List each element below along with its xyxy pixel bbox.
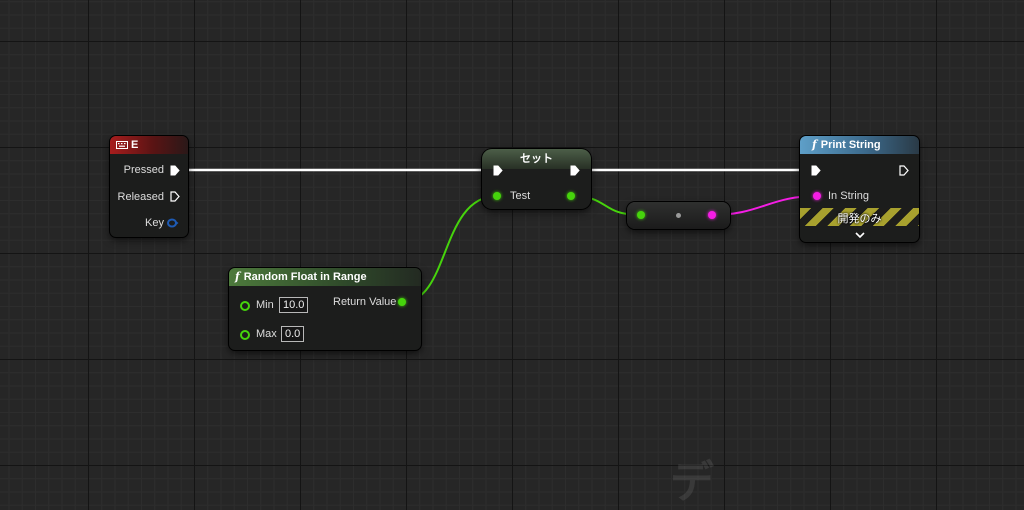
released-exec-pin[interactable]	[170, 191, 180, 202]
float-to-string-convert-node[interactable]	[627, 202, 730, 229]
key-event-header[interactable]: E	[110, 136, 188, 154]
set-exec-out-pin[interactable]	[570, 165, 580, 176]
watermark-text: デ	[670, 458, 714, 507]
key-pin-label: Key	[145, 217, 164, 229]
convert-input-pin[interactable]	[637, 211, 645, 219]
return-value-pin[interactable]	[398, 298, 406, 306]
keyboard-icon	[116, 141, 128, 149]
print-string-node[interactable]: f Print String In String 開発のみ	[800, 136, 919, 242]
set-variable-node[interactable]: セット Test	[482, 149, 591, 209]
test-output-pin[interactable]	[567, 192, 575, 200]
released-pin-label: Released	[117, 191, 164, 203]
print-exec-out-pin[interactable]	[899, 165, 909, 176]
print-string-title: Print String	[820, 139, 881, 151]
min-value-input[interactable]: 10.0	[279, 297, 309, 313]
convert-center-dot	[676, 213, 681, 218]
min-input-pin[interactable]	[240, 301, 250, 311]
random-float-title: Random Float in Range	[243, 271, 367, 283]
pressed-exec-pin[interactable]	[170, 165, 180, 176]
convert-output-pin[interactable]	[708, 211, 716, 219]
in-string-pin[interactable]	[813, 192, 821, 200]
set-node-title: セット	[520, 153, 553, 165]
key-event-node[interactable]: E Pressed Released Key	[110, 136, 188, 237]
print-string-header[interactable]: f Print String	[800, 136, 919, 154]
max-label: Max	[256, 328, 277, 340]
chevron-down-icon[interactable]	[855, 232, 865, 238]
random-float-in-range-node[interactable]: f Random Float in Range Min 10.0 Max 0.0 …	[229, 268, 421, 350]
random-float-header[interactable]: f Random Float in Range	[229, 268, 421, 286]
key-struct-pin[interactable]	[167, 218, 179, 228]
key-event-title: E	[131, 139, 139, 151]
development-only-label: 開発のみ	[837, 213, 882, 225]
print-exec-in-pin[interactable]	[811, 165, 821, 176]
set-exec-in-pin[interactable]	[493, 165, 503, 176]
pressed-pin-label: Pressed	[123, 164, 164, 176]
max-value-input[interactable]: 0.0	[281, 326, 305, 342]
function-icon: f	[235, 270, 240, 283]
in-string-label: In String	[828, 190, 869, 202]
max-input-pin[interactable]	[240, 330, 250, 340]
test-variable-label: Test	[510, 190, 531, 202]
function-icon: f	[812, 138, 817, 151]
test-input-pin[interactable]	[493, 192, 501, 200]
min-label: Min	[256, 299, 274, 311]
return-value-label: Return Value	[333, 296, 397, 308]
